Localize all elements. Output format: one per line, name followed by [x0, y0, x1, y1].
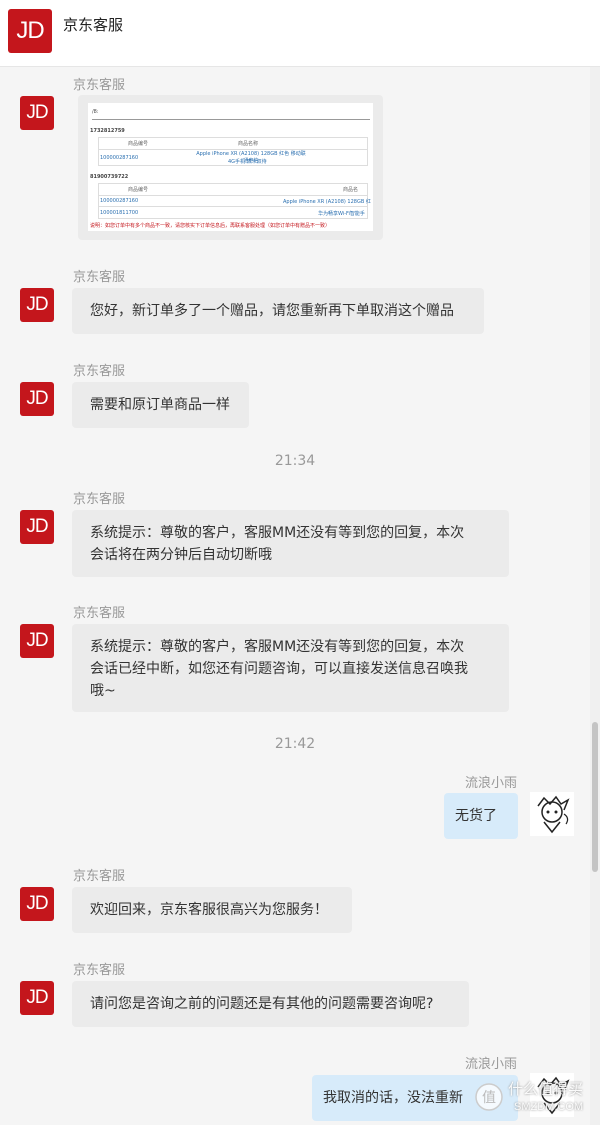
agent-avatar: JD: [20, 981, 54, 1015]
order-screenshot-image[interactable]: /8: 1732812759 商品编号 商品名称 100000287160 Ap…: [88, 103, 373, 231]
sender-name: 京东客服: [73, 78, 126, 93]
sender-name: 京东客服: [73, 606, 126, 621]
card-col-header: 商品名: [343, 187, 359, 193]
card-notice: 说明：如您订单中有多个商品不一致，请您核实下订单信息后，再联系客服处理（如您订单…: [90, 223, 331, 229]
chat-title: 京东客服: [63, 16, 124, 34]
card-product-id: 100001811700: [100, 210, 139, 216]
sender-name: 京东客服: [73, 364, 126, 379]
card-title: /8:: [92, 109, 99, 115]
scrollbar-thumb[interactable]: [592, 722, 598, 872]
watermark-text: 什么值得买: [508, 1080, 584, 1098]
watermark-logo-icon: 值: [475, 1083, 503, 1111]
card-order-number: 81900739722: [90, 174, 129, 180]
scrollbar[interactable]: [590, 67, 600, 1125]
image-message[interactable]: /8: 1732812759 商品编号 商品名称 100000287160 Ap…: [78, 95, 383, 240]
message-line: 系统提示：尊敬的客户，客服MM还没有等到您的回复，本次: [90, 639, 465, 655]
message-bubble[interactable]: 您好，新订单多了一个赠品，请您重新再下单取消这个赠品: [72, 288, 484, 334]
smzdm-watermark: 值 什么值得买 SMZDM.COM: [474, 1070, 600, 1125]
card-product-name: 华为畅享Wi-Fi智能手: [318, 211, 365, 217]
card-order-number: 1732812759: [90, 128, 125, 134]
sender-name: 京东客服: [73, 270, 126, 285]
timestamp: 21:42: [274, 736, 316, 752]
card-col-header: 商品名称: [238, 141, 259, 147]
message-bubble[interactable]: 需要和原订单商品一样: [72, 382, 249, 428]
message-line: 系统提示：尊敬的客户，客服MM还没有等到您的回复，本次: [90, 525, 465, 541]
sender-name: 京东客服: [73, 492, 126, 507]
watermark-domain: SMZDM.COM: [514, 1101, 584, 1113]
sender-name: 京东客服: [73, 963, 126, 978]
user-avatar: [530, 792, 574, 836]
agent-avatar: JD: [20, 288, 54, 322]
card-product-id: 100000287160: [100, 198, 139, 204]
agent-avatar: JD: [20, 624, 54, 658]
jd-logo: JD: [8, 9, 52, 53]
sender-name: 流浪小雨: [464, 776, 517, 791]
svg-text:值: 值: [482, 1090, 496, 1106]
sender-name: 京东客服: [73, 869, 126, 884]
message-bubble[interactable]: 系统提示：尊敬的客户，客服MM还没有等到您的回复，本次 会话已经中断，如您还有问…: [72, 624, 509, 712]
timestamp: 21:34: [274, 453, 316, 469]
card-product-name: Apple iPhone XR (A2108) 128GB 红: [283, 199, 371, 205]
message-bubble[interactable]: 系统提示：尊敬的客户，客服MM还没有等到您的回复，本次 会话将在两分钟后自动切断…: [72, 510, 509, 577]
agent-avatar: JD: [20, 96, 54, 130]
agent-avatar: JD: [20, 887, 54, 921]
card-col-header: 商品编号: [128, 141, 149, 147]
card-product-name: 4G手机 双卡双待: [228, 159, 267, 165]
message-line: 会话已经中断，如您还有问题咨询，可以直接发送信息召唤我: [90, 661, 468, 677]
card-col-header: 商品编号: [128, 187, 149, 193]
agent-avatar: JD: [20, 382, 54, 416]
message-bubble[interactable]: 欢迎回来，京东客服很高兴为您服务！: [72, 887, 352, 933]
message-bubble[interactable]: 请问您是咨询之前的问题还是有其他的问题需要咨询呢?: [72, 981, 469, 1027]
message-line: 会话将在两分钟后自动切断哦: [90, 547, 272, 563]
chat-header: JD 京东客服: [0, 0, 600, 67]
agent-avatar: JD: [20, 510, 54, 544]
user-message-bubble[interactable]: 无货了: [444, 793, 518, 839]
message-line: 哦~: [90, 683, 116, 699]
card-product-id: 100000287160: [100, 155, 139, 161]
